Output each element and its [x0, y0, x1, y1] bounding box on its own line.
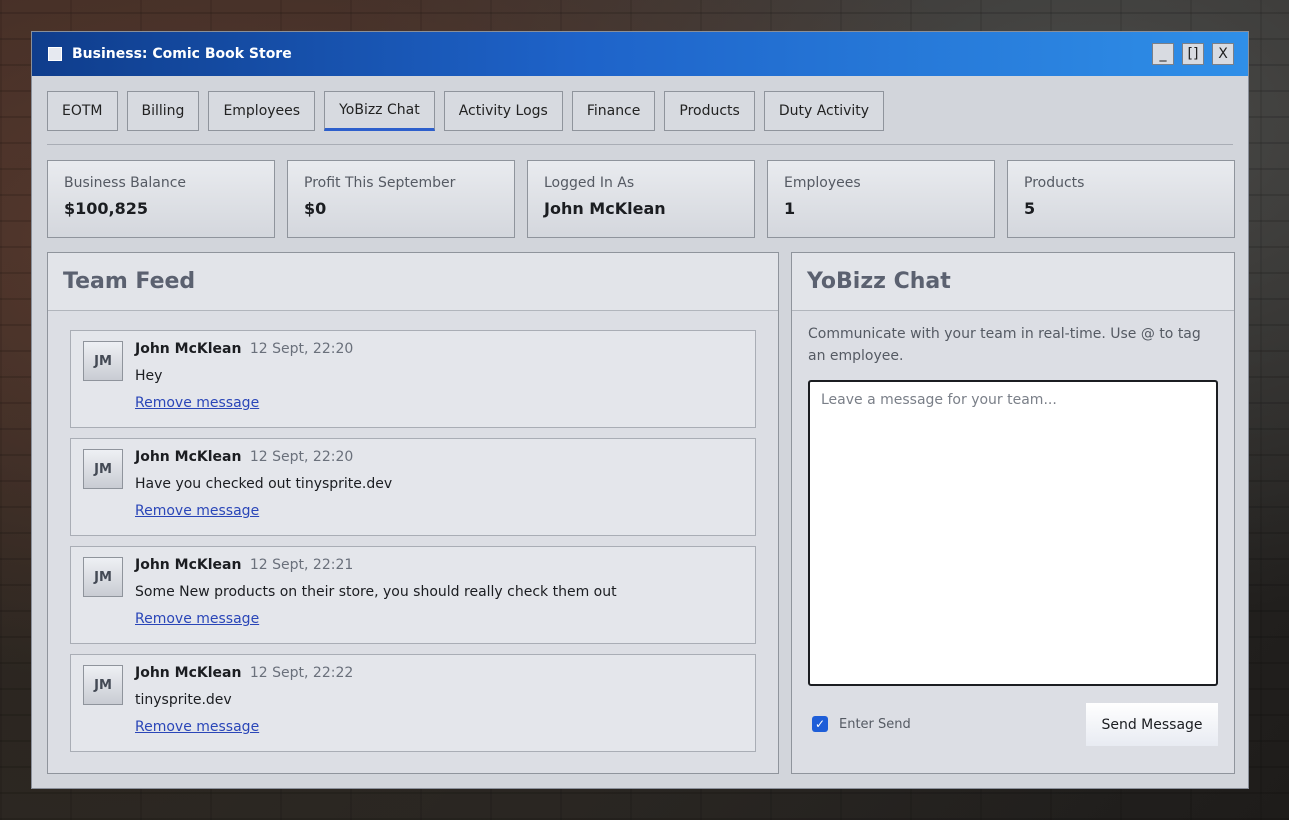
stat-card-employees: Employees 1 [767, 160, 995, 238]
window-icon [48, 47, 62, 61]
minimize-button[interactable]: _ [1152, 43, 1174, 65]
stat-value: 1 [784, 199, 796, 218]
avatar: JM [83, 341, 123, 381]
remove-message-link[interactable]: Remove message [135, 395, 259, 411]
feed-message: JM John McKlean 12 Sept, 22:21 Some New … [70, 546, 756, 644]
window-title: Business: Comic Book Store [72, 46, 292, 62]
message-timestamp: 12 Sept, 22:22 [249, 665, 354, 681]
tab-duty-activity[interactable]: Duty Activity [763, 91, 885, 131]
chat-title: YoBizz Chat [792, 253, 1234, 311]
message-text: tinysprite.dev [135, 692, 232, 708]
message-text: Some New products on their store, you sh… [135, 584, 617, 600]
message-timestamp: 12 Sept, 22:21 [249, 557, 354, 573]
tab-finance[interactable]: Finance [571, 91, 656, 131]
stat-value: 5 [1024, 199, 1036, 218]
stat-value: $100,825 [64, 199, 149, 218]
enter-send-checkbox[interactable]: ✓ [812, 716, 828, 732]
message-timestamp: 12 Sept, 22:20 [249, 341, 354, 357]
stat-card-products: Products 5 [1007, 160, 1235, 238]
feed-list: JM John McKlean 12 Sept, 22:20 Hey Remov… [70, 330, 756, 762]
remove-message-link[interactable]: Remove message [135, 611, 259, 627]
remove-message-link[interactable]: Remove message [135, 503, 259, 519]
stat-card-profit: Profit This September $0 [287, 160, 515, 238]
team-feed-panel: Team Feed JM John McKlean 12 Sept, 22:20… [47, 252, 779, 774]
message-author: John McKlean [135, 449, 242, 465]
send-message-button[interactable]: Send Message [1086, 703, 1218, 746]
stat-label: Employees [784, 175, 861, 191]
avatar: JM [83, 449, 123, 489]
tab-eotm[interactable]: EOTM [47, 91, 118, 131]
avatar: JM [83, 557, 123, 597]
message-text: Hey [135, 368, 163, 384]
maximize-button[interactable]: [] [1182, 43, 1204, 65]
stat-label: Products [1024, 175, 1085, 191]
team-feed-title: Team Feed [48, 253, 778, 311]
stat-label: Business Balance [64, 175, 187, 191]
message-timestamp: 12 Sept, 22:20 [249, 449, 354, 465]
stats-row: Business Balance $100,825 Profit This Se… [47, 160, 1235, 238]
tab-bar: EOTM Billing Employees YoBizz Chat Activ… [47, 91, 885, 131]
business-window: Business: Comic Book Store _ [] X EOTM B… [31, 31, 1249, 789]
feed-message: JM John McKlean 12 Sept, 22:20 Have you … [70, 438, 756, 536]
stat-label: Logged In As [544, 175, 635, 191]
stat-value: John McKlean [544, 199, 666, 218]
enter-send-label: Enter Send [839, 716, 911, 732]
tab-divider [47, 144, 1233, 145]
chat-message-input[interactable] [808, 380, 1218, 686]
tab-billing[interactable]: Billing [126, 91, 200, 131]
feed-message: JM John McKlean 12 Sept, 22:20 Hey Remov… [70, 330, 756, 428]
feed-message: JM John McKlean 12 Sept, 22:22 tinysprit… [70, 654, 756, 752]
chat-description: Communicate with your team in real-time.… [808, 326, 1201, 364]
title-bar[interactable]: Business: Comic Book Store _ [] X [32, 32, 1248, 76]
message-author: John McKlean [135, 557, 242, 573]
stat-card-balance: Business Balance $100,825 [47, 160, 275, 238]
message-text: Have you checked out tinysprite.dev [135, 476, 393, 492]
close-button[interactable]: X [1212, 43, 1234, 65]
enter-send-toggle[interactable]: ✓ Enter Send [812, 716, 911, 732]
stat-label: Profit This September [304, 175, 456, 191]
message-author: John McKlean [135, 341, 242, 357]
stat-card-logged-in: Logged In As John McKlean [527, 160, 755, 238]
tab-yobizz-chat[interactable]: YoBizz Chat [324, 91, 435, 131]
message-author: John McKlean [135, 665, 242, 681]
stat-value: $0 [304, 199, 327, 218]
tab-employees[interactable]: Employees [208, 91, 316, 131]
tab-products[interactable]: Products [664, 91, 755, 131]
avatar: JM [83, 665, 123, 705]
yobizz-chat-panel: YoBizz Chat Communicate with your team i… [791, 252, 1235, 774]
remove-message-link[interactable]: Remove message [135, 719, 259, 735]
tab-activity-logs[interactable]: Activity Logs [443, 91, 563, 131]
